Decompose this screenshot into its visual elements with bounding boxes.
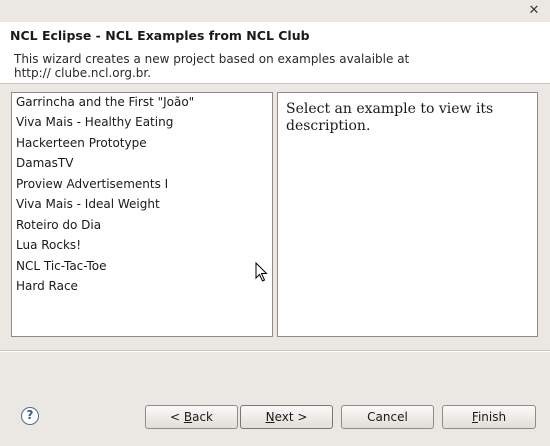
finish-button[interactable]: Finish bbox=[442, 405, 536, 429]
example-description-panel: Select an example to view its descriptio… bbox=[277, 92, 538, 337]
list-item[interactable]: Hard Race bbox=[16, 279, 78, 293]
list-item[interactable]: Viva Mais - Healthy Eating bbox=[16, 115, 173, 129]
next-label: ext > bbox=[274, 410, 308, 424]
list-item[interactable]: Proview Advertisements I bbox=[16, 177, 168, 191]
list-item[interactable]: DamasTV bbox=[16, 156, 73, 170]
list-item[interactable]: Hackerteen Prototype bbox=[16, 136, 147, 150]
cancel-button[interactable]: Cancel bbox=[341, 405, 434, 429]
finish-label: inish bbox=[477, 410, 507, 424]
example-description-text: Select an example to view its descriptio… bbox=[286, 101, 494, 134]
list-item[interactable]: Garrincha and the First "João" bbox=[16, 95, 194, 109]
close-icon[interactable]: ✕ bbox=[526, 3, 542, 19]
next-button[interactable]: Next > bbox=[240, 405, 333, 429]
list-item[interactable]: NCL Tic-Tac-Toe bbox=[16, 259, 107, 273]
wizard-description: This wizard creates a new project based … bbox=[14, 52, 410, 80]
list-item[interactable]: Roteiro do Dia bbox=[16, 218, 101, 232]
back-mnemonic: B bbox=[183, 410, 193, 424]
next-mnemonic: N bbox=[265, 410, 275, 424]
mouse-cursor-icon bbox=[255, 262, 268, 282]
wizard-header: NCL Eclipse - NCL Examples from NCL Club… bbox=[0, 22, 550, 84]
back-label: ack bbox=[192, 410, 213, 424]
help-icon[interactable]: ? bbox=[21, 407, 39, 425]
list-item[interactable]: Lua Rocks! bbox=[16, 238, 81, 252]
button-bar-separator bbox=[0, 350, 550, 352]
list-item[interactable]: Viva Mais - Ideal Weight bbox=[16, 197, 160, 211]
back-prefix: < bbox=[169, 410, 184, 424]
title-bar: ✕ bbox=[0, 0, 550, 22]
back-button[interactable]: < Back bbox=[145, 405, 238, 429]
wizard-title: NCL Eclipse - NCL Examples from NCL Club bbox=[10, 28, 310, 43]
examples-list[interactable]: Garrincha and the First "João" Viva Mais… bbox=[11, 92, 273, 337]
